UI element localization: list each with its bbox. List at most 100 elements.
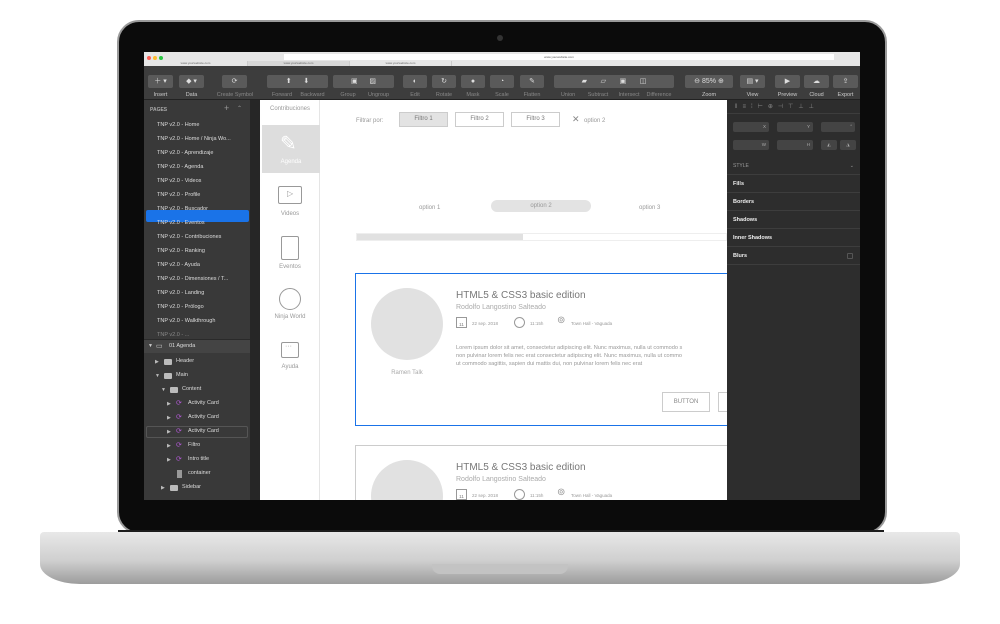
- disclosure-down-icon[interactable]: ▼: [148, 343, 153, 349]
- card-author: Rodolfo Langostino Salteado: [456, 304, 546, 311]
- canvas: Contribuciones ✎ Agenda ▷ Videos Eventos…: [260, 100, 727, 500]
- card-button-secondary[interactable]: [718, 392, 727, 412]
- page-item[interactable]: TNP v2.0 - Profile: [157, 192, 200, 198]
- disclosure-right-icon[interactable]: ▶: [167, 443, 171, 449]
- rotation-field[interactable]: °: [821, 122, 855, 132]
- preview-button[interactable]: ▶: [775, 75, 800, 88]
- create-symbol-button[interactable]: ⟳: [222, 75, 247, 88]
- page-item[interactable]: TNP v2.0 - Ayuda: [157, 262, 200, 268]
- maximize-button[interactable]: [159, 56, 163, 60]
- calendar-icon: 11: [456, 317, 467, 328]
- layer-item[interactable]: Sidebar: [182, 484, 201, 490]
- zoom-control[interactable]: ⊖ 85% ⊕: [685, 75, 733, 88]
- export-label: Export: [837, 92, 854, 98]
- intersect-label: Intersect: [618, 92, 640, 98]
- style-label: STYLE: [733, 163, 749, 169]
- zoom-out-icon[interactable]: ⊖: [694, 78, 700, 85]
- layer-item[interactable]: Activity Card: [188, 414, 219, 420]
- page-item[interactable]: TNP v2.0 - Eventos: [157, 220, 205, 226]
- url-bar[interactable]: www.yourwebsite.com: [284, 54, 834, 60]
- disclosure-right-icon[interactable]: ▶: [161, 485, 165, 491]
- page-item[interactable]: TNP v2.0 - Buscador: [157, 206, 208, 212]
- inner-shadows-section[interactable]: Inner Shadows: [727, 229, 860, 247]
- disclosure-down-icon[interactable]: ▼: [155, 373, 160, 379]
- borders-section[interactable]: Borders: [727, 193, 860, 211]
- scale-button[interactable]: ◔: [490, 75, 514, 88]
- flip-horizontal-icon[interactable]: ◭: [821, 140, 837, 150]
- symbol-icon: ⟳: [176, 442, 182, 449]
- layer-item[interactable]: Activity Card: [188, 400, 219, 406]
- collapse-icon[interactable]: ⌃: [237, 105, 242, 112]
- card-description-line: Lorem ipsum dolor sit amet, consectetur …: [456, 345, 683, 351]
- width-field[interactable]: W: [733, 140, 769, 150]
- view-button[interactable]: ▤ ▾: [740, 75, 765, 88]
- page-item[interactable]: TNP v2.0 - Ranking: [157, 248, 205, 254]
- activity-card[interactable]: Ramen Talk HTML5 & CSS3 basic edition Ro…: [355, 445, 727, 500]
- artboard-name: 01 Agenda: [169, 343, 196, 349]
- data-button[interactable]: ◆ ▾: [179, 75, 204, 88]
- flip-vertical-icon[interactable]: ◮: [840, 140, 856, 150]
- layer-item[interactable]: Header: [176, 358, 194, 364]
- blur-checkbox[interactable]: [847, 253, 853, 259]
- page-item[interactable]: TNP v2.0 - Prólogo: [157, 304, 204, 310]
- page-item[interactable]: TNP v2.0 - Contribuciones: [157, 234, 221, 240]
- cloud-button[interactable]: ☁: [804, 75, 829, 88]
- activity-card[interactable]: Ramen Talk HTML5 & CSS3 basic edition Ro…: [355, 273, 727, 426]
- group-label: Group: [340, 92, 356, 98]
- zoom-in-icon[interactable]: ⊕: [718, 78, 724, 85]
- page-item[interactable]: TNP v2.0 - Home: [157, 122, 199, 128]
- mask-button[interactable]: ●: [461, 75, 485, 88]
- align-toolbar[interactable]: ‖≡⁞⊢⊕⊣⊤⊥⊥: [727, 100, 860, 114]
- page-item[interactable]: TNP v2.0 - Walkthrough: [157, 318, 215, 324]
- page-item-clipped[interactable]: TNP v2.0 - ...: [157, 332, 189, 337]
- layer-item[interactable]: Intro title: [188, 456, 209, 462]
- page-item[interactable]: TNP v2.0 - Home / Ninja Wo...: [157, 136, 231, 142]
- rotate-button[interactable]: ↻: [432, 75, 456, 88]
- group-ungroup-button[interactable]: ▣ ▨: [333, 75, 394, 88]
- layer-item[interactable]: Content: [182, 386, 201, 392]
- artboard-row[interactable]: ▼ ▭ 01 Agenda: [144, 339, 250, 353]
- page-item[interactable]: TNP v2.0 - Agenda: [157, 164, 203, 170]
- blurs-section[interactable]: Blurs: [727, 247, 860, 265]
- edit-button[interactable]: ◐: [403, 75, 427, 88]
- y-field[interactable]: Y: [777, 122, 813, 132]
- cloud-label: Cloud: [809, 92, 824, 98]
- boolean-ops-button[interactable]: ▰ ▱ ▣ ◫: [554, 75, 674, 88]
- disclosure-right-icon[interactable]: ▶: [167, 457, 171, 463]
- subtract-label: Subtract: [587, 92, 609, 98]
- x-field[interactable]: X: [733, 122, 769, 132]
- insert-button[interactable]: ＋ ▾: [148, 75, 173, 88]
- toolbar: ＋ ▾ Insert ◆ ▾ Data ⟳ Create Symbol ⬆ ⬇ …: [144, 66, 860, 100]
- page-item[interactable]: TNP v2.0 - Aprendizaje: [157, 150, 213, 156]
- export-button[interactable]: ⇪: [833, 75, 858, 88]
- page-item[interactable]: TNP v2.0 - Landing: [157, 290, 204, 296]
- forward-backward-button[interactable]: ⬆ ⬇: [267, 75, 328, 88]
- style-header[interactable]: STYLE ⌄: [727, 157, 860, 175]
- chevron-down-icon[interactable]: ⌄: [850, 157, 854, 175]
- layer-item[interactable]: Filtro: [188, 442, 200, 448]
- card-button[interactable]: BUTTON: [662, 392, 710, 412]
- disclosure-down-icon[interactable]: ▼: [161, 387, 166, 393]
- disclosure-right-icon[interactable]: ▶: [155, 359, 159, 365]
- card-date: 22 sep. 2018: [472, 493, 499, 498]
- close-button[interactable]: [147, 56, 151, 60]
- layer-item[interactable]: container: [188, 470, 211, 476]
- folder-icon: [164, 359, 172, 365]
- page-item[interactable]: TNP v2.0 - Videos: [157, 178, 201, 184]
- create-symbol-label: Create Symbol: [216, 92, 254, 98]
- card-author: Rodolfo Langostino Salteado: [456, 476, 546, 483]
- card-place: Town Hall - Vaguada: [571, 493, 613, 498]
- disclosure-right-icon[interactable]: ▶: [167, 429, 171, 435]
- union-label: Union: [560, 92, 576, 98]
- fills-section[interactable]: Fills: [727, 175, 860, 193]
- layer-item[interactable]: Main: [176, 372, 188, 378]
- add-page-icon[interactable]: +: [224, 103, 229, 113]
- flatten-button[interactable]: ✎: [520, 75, 544, 88]
- layer-item[interactable]: Activity Card: [188, 428, 219, 434]
- shadows-section[interactable]: Shadows: [727, 211, 860, 229]
- disclosure-right-icon[interactable]: ▶: [167, 415, 171, 421]
- page-item[interactable]: TNP v2.0 - Dimensiones / T...: [157, 276, 228, 282]
- height-field[interactable]: H: [777, 140, 813, 150]
- minimize-button[interactable]: [153, 56, 157, 60]
- disclosure-right-icon[interactable]: ▶: [167, 401, 171, 407]
